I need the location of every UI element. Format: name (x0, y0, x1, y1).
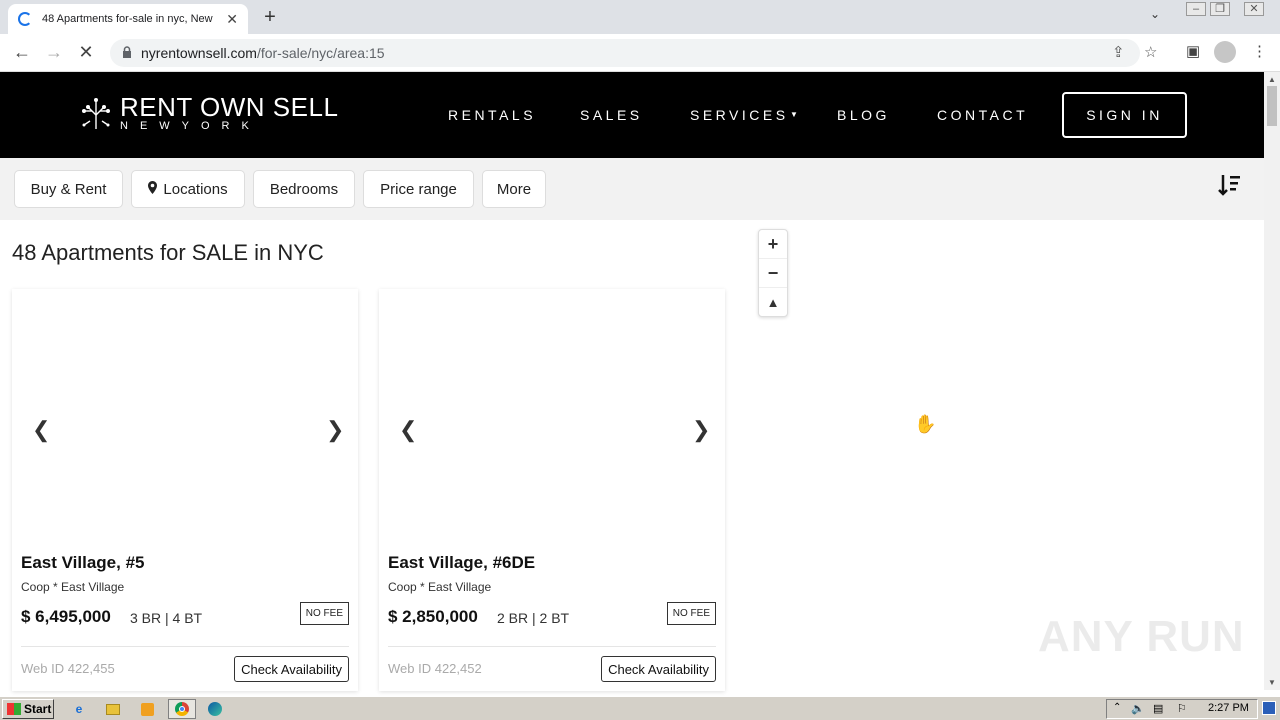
carousel-prev-icon[interactable]: ❮ (399, 417, 417, 443)
volume-icon[interactable]: 🔈 (1131, 702, 1145, 715)
browser-tabstrip: 48 Apartments for-sale in nyc, New ✕ + ⌄… (0, 0, 1280, 34)
close-tab-icon[interactable]: ✕ (226, 11, 238, 28)
sort-icon[interactable] (1216, 172, 1242, 198)
listing-subtitle: Coop * East Village (21, 580, 125, 594)
listing-card[interactable]: ❮ ❯ East Village, #5 Coop * East Village… (12, 289, 358, 691)
scrollbar-thumb[interactable] (1267, 86, 1277, 126)
windows-logo-icon (7, 703, 21, 715)
network-icon[interactable]: ▤ (1153, 702, 1163, 715)
new-tab-button[interactable]: + (258, 6, 282, 29)
browser-tab[interactable]: 48 Apartments for-sale in nyc, New ✕ (8, 4, 248, 34)
chrome-icon[interactable] (168, 699, 196, 719)
minimize-icon[interactable]: – (1186, 2, 1206, 16)
nav-sales[interactable]: SALES (580, 107, 643, 123)
start-button[interactable]: Start (2, 699, 54, 719)
page-scrollbar[interactable]: ▲ ▼ (1264, 72, 1280, 690)
filter-bedrooms[interactable]: Bedrooms (253, 170, 355, 208)
nav-blog[interactable]: BLOG (837, 107, 890, 123)
tray-expand-icon[interactable]: ⌃ (1113, 702, 1121, 713)
sign-in-button[interactable]: SIGN IN (1062, 92, 1187, 138)
show-desktop-icon[interactable] (1262, 701, 1276, 715)
caret-down-icon: ▼ (790, 110, 798, 119)
no-fee-badge: NO FEE (666, 602, 716, 625)
carousel-next-icon[interactable]: ❯ (692, 417, 710, 443)
scroll-up-icon[interactable]: ▲ (1268, 75, 1276, 84)
carousel-prev-icon[interactable]: ❮ (32, 417, 50, 443)
hand-cursor-icon: ✋ (914, 414, 937, 434)
bookmark-star-icon[interactable]: ☆ (1144, 43, 1157, 61)
listing-price: $ 6,495,000 (21, 607, 111, 626)
listing-card[interactable]: ❮ ❯ East Village, #6DE Coop * East Villa… (379, 289, 725, 691)
share-icon[interactable]: ⇪ (1112, 43, 1125, 61)
card-divider (21, 646, 349, 647)
anyrun-watermark: ANY RUN (1038, 612, 1245, 661)
browser-toolbar: ← → ✕ nyrentownsell.com/for-sale/nyc/are… (0, 34, 1280, 72)
media-player-icon[interactable] (136, 699, 158, 719)
listing-beds-baths: 3 BR | 4 BT (130, 610, 203, 626)
listing-price: $ 2,850,000 (388, 607, 478, 626)
loading-spinner-icon (18, 12, 32, 26)
nav-rentals[interactable]: RENTALS (448, 107, 536, 123)
lock-icon (123, 46, 131, 58)
back-icon[interactable]: ← (10, 42, 34, 63)
filter-buy-rent[interactable]: Buy & Rent (14, 170, 123, 208)
stop-icon[interactable]: ✕ (74, 42, 98, 63)
tab-search-icon[interactable]: ⌄ (1150, 7, 1160, 21)
zoom-out-button[interactable]: − (759, 259, 787, 288)
tab-title: 48 Apartments for-sale in nyc, New (42, 13, 213, 25)
site-logo[interactable]: RENT OWN SELL NEWYORK (78, 94, 338, 132)
map-controls: + − ▲ (758, 229, 788, 317)
listing-web-id: Web ID 422,452 (388, 661, 482, 676)
carousel-next-icon[interactable]: ❯ (326, 417, 344, 443)
side-panel-icon[interactable]: ▣ (1186, 42, 1200, 60)
taskbar-clock: 2:27 PM (1208, 702, 1249, 714)
nav-services[interactable]: SERVICES (690, 107, 789, 123)
url-text: nyrentownsell.com/for-sale/nyc/area:15 (141, 45, 385, 61)
filter-price-range[interactable]: Price range (363, 170, 474, 208)
filter-bar: Buy & Rent Locations Bedrooms Price rang… (0, 158, 1264, 220)
results-title: 48 Apartments for SALE in NYC (12, 240, 324, 265)
forward-icon[interactable]: → (42, 42, 66, 63)
explorer-folder-icon[interactable] (102, 699, 124, 719)
scroll-down-icon[interactable]: ▼ (1268, 678, 1276, 687)
close-window-icon[interactable]: ✕ (1244, 2, 1264, 16)
check-availability-button[interactable]: Check Availability (234, 656, 349, 682)
edge-icon[interactable] (204, 699, 226, 719)
profile-avatar[interactable] (1214, 41, 1236, 63)
start-label: Start (24, 702, 52, 716)
listing-subtitle: Coop * East Village (388, 580, 492, 594)
card-divider (388, 646, 716, 647)
ie-icon[interactable]: e (68, 699, 90, 719)
restore-icon[interactable]: ❐ (1210, 2, 1230, 16)
filter-locations[interactable]: Locations (131, 170, 245, 208)
compass-reset-button[interactable]: ▲ (759, 288, 787, 317)
address-bar[interactable]: nyrentownsell.com/for-sale/nyc/area:15 ⇪… (110, 39, 1157, 67)
filter-locations-label: Locations (163, 180, 228, 198)
listing-web-id: Web ID 422,455 (21, 661, 115, 676)
site-header: RENT OWN SELL NEWYORK RENTALS SALES SERV… (0, 72, 1264, 158)
listing-title[interactable]: East Village, #6DE (388, 553, 535, 573)
logo-title: RENT OWN SELL (120, 92, 339, 122)
no-fee-badge: NO FEE (299, 602, 349, 625)
nav-contact[interactable]: CONTACT (937, 107, 1028, 123)
logo-tree-icon (82, 98, 110, 129)
filter-more[interactable]: More (482, 170, 546, 208)
zoom-in-button[interactable]: + (759, 230, 787, 259)
check-availability-button[interactable]: Check Availability (601, 656, 716, 682)
flag-icon[interactable]: ⚐ (1177, 702, 1187, 715)
menu-kebab-icon[interactable]: ⋮ (1252, 42, 1267, 60)
windows-taskbar: Start e ⌃ 🔈 ▤ ⚐ 2:27 PM (0, 696, 1280, 720)
listing-title[interactable]: East Village, #5 (21, 553, 144, 573)
location-pin-icon (148, 180, 158, 198)
listing-beds-baths: 2 BR | 2 BT (497, 610, 570, 626)
